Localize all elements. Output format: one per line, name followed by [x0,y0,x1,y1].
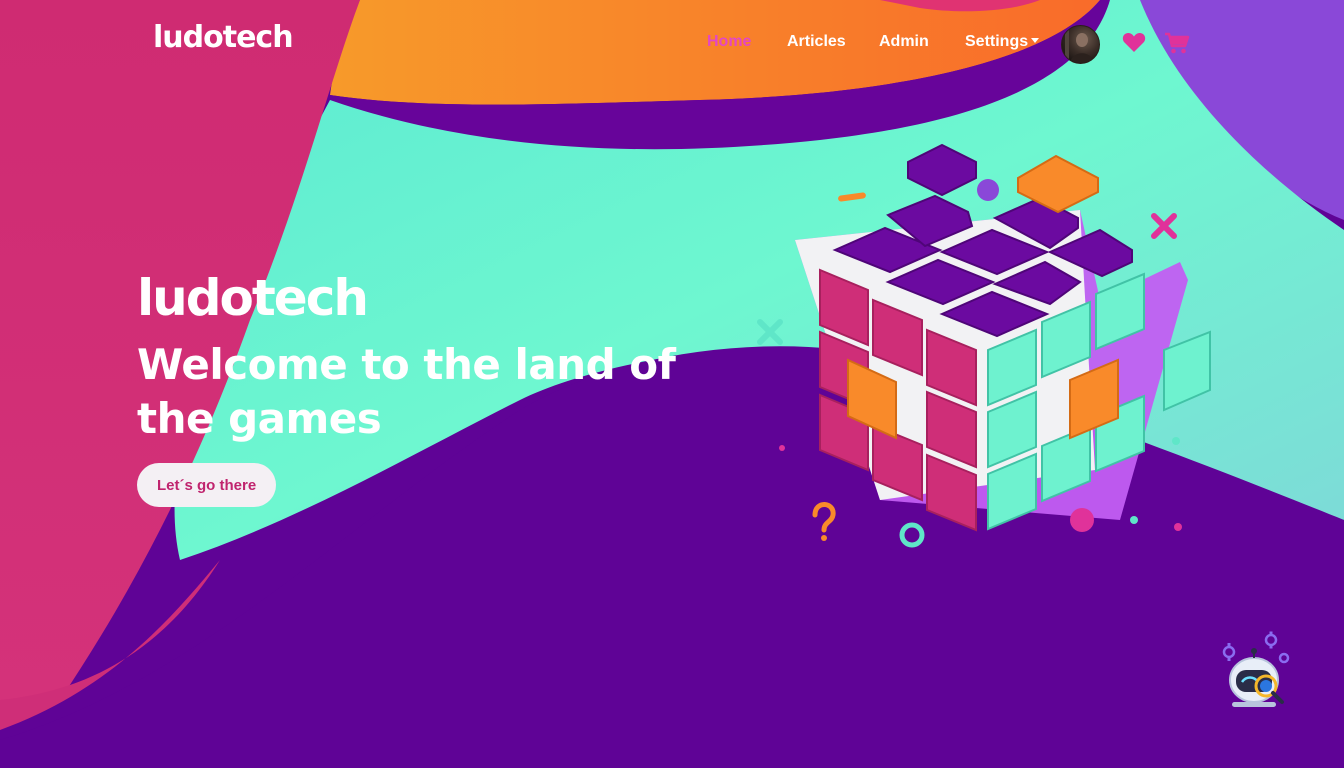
avatar-image [1065,30,1094,63]
brand-logo[interactable]: ludotech [153,20,294,55]
nav-link-home[interactable]: Home [707,33,751,51]
robot-assistant-icon[interactable] [1214,630,1294,710]
heart-icon[interactable] [1122,31,1146,53]
hero-section: ludotech Welcome to the land of the game… [137,268,757,507]
cart-icon[interactable] [1164,31,1190,55]
top-navbar: ludotech Home Articles Admin Settings [0,0,1344,86]
lets-go-there-button[interactable]: Let´s go there [137,463,277,507]
nav-link-settings-dropdown[interactable]: Settings [965,33,1040,51]
hero-headline: Welcome to the land of the games [137,340,676,443]
settings-label: Settings [965,33,1029,50]
chevron-down-icon [1031,38,1040,43]
nav-link-articles[interactable]: Articles [787,33,846,51]
user-avatar[interactable] [1061,25,1100,64]
rubik-cube-illustration [757,143,1211,548]
hero-brand-title: ludotech [137,269,369,327]
nav-link-admin[interactable]: Admin [879,33,929,51]
